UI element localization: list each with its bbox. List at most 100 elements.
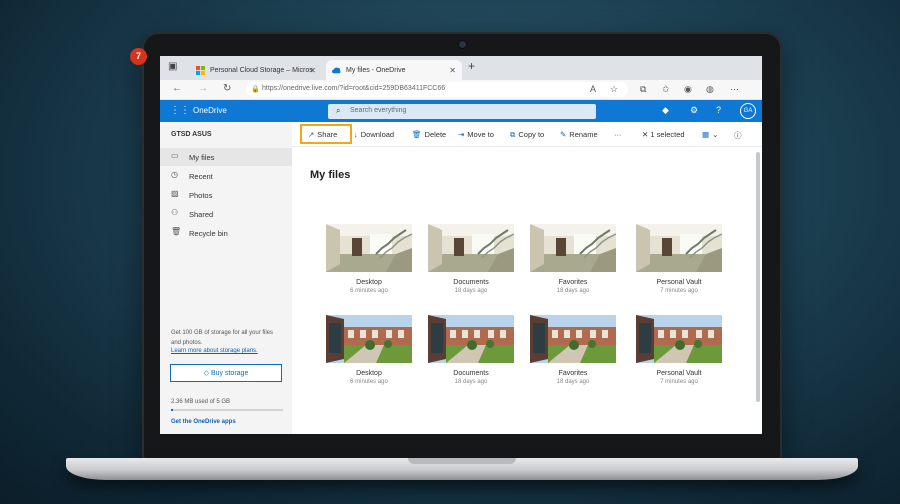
- image-icon: ▨: [171, 189, 179, 198]
- move-icon: ⇥: [458, 130, 465, 139]
- address-bar-row: ← → ↻ 🔒 https://onedrive.live.com/?id=ro…: [160, 80, 762, 100]
- tab-personal-cloud-storage[interactable]: Personal Cloud Storage – Micros ✕: [190, 60, 322, 80]
- more-options-icon[interactable]: ⋯: [730, 84, 739, 95]
- favorite-star-icon[interactable]: ☆: [610, 84, 618, 95]
- sidebar-item-label: Shared: [189, 210, 214, 219]
- close-tab-icon[interactable]: ✕: [309, 66, 316, 75]
- delete-button[interactable]: 🗑 Delete: [412, 130, 446, 139]
- app-launcher-icon[interactable]: ⋮⋮: [170, 105, 190, 116]
- copy-to-label: Copy to: [518, 130, 545, 139]
- folder-thumbnail[interactable]: [326, 224, 412, 272]
- grid-view-icon: ▦: [702, 130, 710, 139]
- folder-tile[interactable]: Desktop 6 minutes ago: [326, 315, 412, 385]
- sidebar-item-recycle-bin[interactable]: 🗑 Recycle bin: [160, 224, 292, 242]
- folder-thumbnail[interactable]: [326, 315, 412, 363]
- sidebar-item-shared[interactable]: ⚇ Shared: [160, 205, 292, 223]
- storage-used-text: 2.36 MB used of 5 GB: [171, 399, 231, 405]
- storage-usage-bar: [171, 409, 283, 411]
- tab-my-files[interactable]: My files - OneDrive ✕: [326, 60, 462, 80]
- folder-thumbnail[interactable]: [636, 315, 722, 363]
- search-placeholder: Search everything: [350, 107, 407, 114]
- folder-icon: ▭: [171, 151, 179, 160]
- folder-tile[interactable]: Desktop 6 minutes ago: [326, 224, 412, 294]
- diamond-icon: ◇: [203, 370, 211, 377]
- buy-storage-button[interactable]: ◇ Buy storage: [170, 364, 282, 382]
- onedrive-brand[interactable]: OneDrive: [193, 106, 227, 115]
- sidebar-item-my-files[interactable]: ▭ My files: [160, 148, 292, 166]
- folder-tile[interactable]: Documents 18 days ago: [428, 315, 514, 385]
- main-content: My files Desktop 6 minutes ago Documents 18…: [292, 147, 762, 434]
- folder-thumbnail[interactable]: [636, 224, 722, 272]
- folder-modified: 18 days ago: [454, 379, 488, 385]
- avatar[interactable]: GA: [740, 103, 756, 119]
- sidebar-item-photos[interactable]: ▨ Photos: [160, 186, 292, 204]
- scrollbar[interactable]: [756, 148, 760, 434]
- favorites-icon[interactable]: ✩: [662, 84, 670, 95]
- copy-to-button[interactable]: ⧉ Copy to: [510, 130, 544, 140]
- copilot-icon[interactable]: ◉: [684, 84, 692, 95]
- browser-window: ▣ Personal Cloud Storage – Micros ✕ My f…: [160, 56, 762, 434]
- back-icon[interactable]: ←: [172, 83, 182, 94]
- settings-gear-icon[interactable]: ⚙: [690, 105, 698, 116]
- rename-button[interactable]: ✎ Rename: [560, 130, 598, 139]
- sidebar-item-label: Recycle bin: [189, 229, 228, 238]
- buy-storage-label: Buy storage: [210, 370, 249, 377]
- help-icon[interactable]: ?: [716, 105, 721, 115]
- view-options-button[interactable]: ▦ ⌄: [702, 130, 718, 139]
- delete-icon: 🗑: [412, 130, 422, 139]
- sidebar-item-recent[interactable]: ◷ Recent: [160, 167, 292, 185]
- share-label: Share: [317, 130, 338, 139]
- move-to-button[interactable]: ⇥ Move to: [458, 130, 494, 139]
- folder-name[interactable]: Documents: [428, 279, 514, 286]
- microsoft-logo-icon: [196, 65, 205, 75]
- learn-more-link[interactable]: Learn more about storage plans.: [171, 348, 258, 354]
- folder-name[interactable]: Desktop: [326, 279, 412, 286]
- search-icon: ⌕: [336, 106, 341, 115]
- folder-thumbnail[interactable]: [530, 224, 616, 272]
- folder-modified: 18 days ago: [454, 288, 488, 294]
- forward-icon[interactable]: →: [198, 83, 208, 94]
- folder-name[interactable]: Desktop: [326, 370, 412, 377]
- folder-tile[interactable]: Personal Vault 7 minutes ago: [636, 224, 722, 294]
- storage-promo-text: Get 100 GB of storage for all your files…: [171, 330, 274, 346]
- folder-name[interactable]: Personal Vault: [636, 279, 722, 286]
- folder-name[interactable]: Favorites: [530, 370, 616, 377]
- folder-name[interactable]: Favorites: [530, 279, 616, 286]
- folder-modified: 18 days ago: [556, 379, 590, 385]
- url-field[interactable]: 🔒 https://onedrive.live.com/?id=root&cid…: [246, 82, 628, 97]
- command-bar: ↗ Share ↓ Download 🗑 Delete ⇥ Move to ⧉ Copy …: [292, 122, 762, 147]
- more-commands-button[interactable]: ···: [614, 130, 622, 139]
- folder-modified: 6 minutes ago: [350, 379, 388, 385]
- folder-thumbnail[interactable]: [428, 224, 514, 272]
- sidebar-item-label: Photos: [189, 191, 213, 200]
- profile-icon[interactable]: ◍: [706, 84, 714, 95]
- premium-diamond-icon[interactable]: ◆: [662, 105, 669, 116]
- folder-thumbnail[interactable]: [530, 315, 616, 363]
- scrollbar-thumb[interactable]: [756, 152, 760, 402]
- folder-tile[interactable]: Documents 18 days ago: [428, 224, 514, 294]
- people-icon: ⚇: [171, 208, 179, 217]
- folder-modified: 7 minutes ago: [660, 379, 698, 385]
- onedrive-cloud-icon: [332, 67, 341, 73]
- clear-selection-button[interactable]: ✕ 1 selected: [642, 130, 685, 139]
- trash-icon: 🗑: [171, 227, 182, 236]
- folder-tile[interactable]: Personal Vault 7 minutes ago: [636, 315, 722, 385]
- tab-bar: ▣ Personal Cloud Storage – Micros ✕ My f…: [160, 56, 762, 80]
- new-tab-icon[interactable]: +: [468, 59, 475, 73]
- download-icon: ↓: [354, 130, 358, 139]
- search-input[interactable]: ⌕ Search everything: [328, 104, 596, 119]
- read-aloud-icon[interactable]: A: [590, 84, 596, 94]
- details-pane-button[interactable]: ⓘ: [734, 130, 742, 141]
- folder-tile[interactable]: Favorites 18 days ago: [530, 224, 616, 294]
- download-button[interactable]: ↓ Download: [354, 130, 394, 139]
- folder-tile[interactable]: Favorites 18 days ago: [530, 315, 616, 385]
- close-tab-icon[interactable]: ✕: [449, 66, 456, 75]
- share-button[interactable]: ↗ Share: [308, 130, 337, 139]
- tab-actions-icon[interactable]: ▣: [168, 61, 177, 72]
- get-apps-link[interactable]: Get the OneDrive apps: [171, 419, 236, 425]
- refresh-icon[interactable]: ↻: [223, 83, 231, 94]
- folder-name[interactable]: Documents: [428, 370, 514, 377]
- folder-thumbnail[interactable]: [428, 315, 514, 363]
- collections-icon[interactable]: ⧉: [640, 84, 646, 95]
- folder-name[interactable]: Personal Vault: [636, 370, 722, 377]
